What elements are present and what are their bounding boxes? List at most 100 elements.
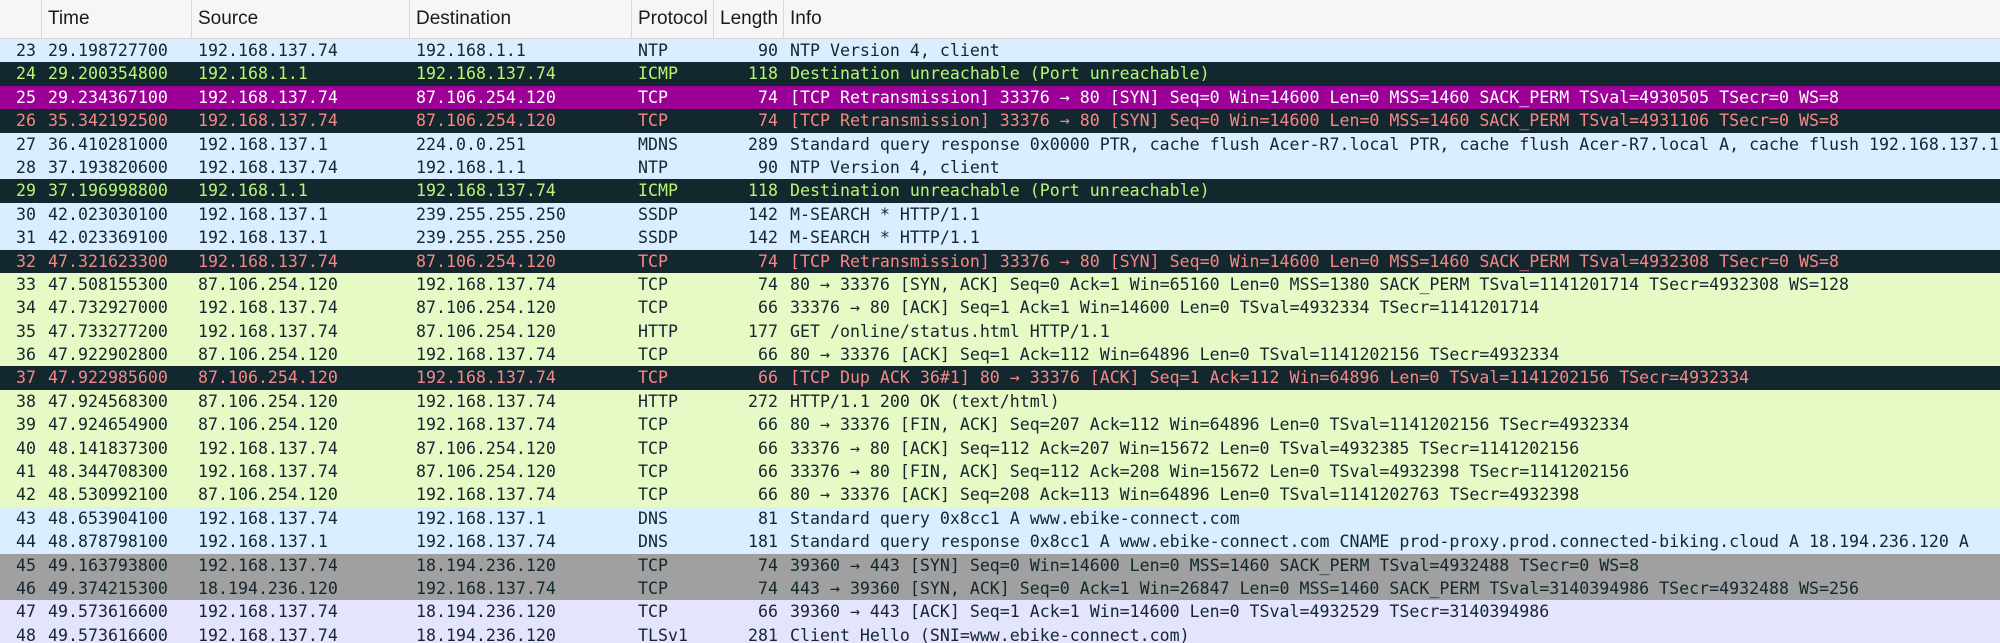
packet-destination: 87.106.254.120 — [416, 321, 556, 341]
packet-row[interactable]: 39 47.924654900 87.106.254.120 192.168.137.… — [0, 413, 2000, 437]
packet-row[interactable]: 43 48.653904100 192.168.137.74 192.168.137.… — [0, 506, 2000, 531]
packet-row[interactable]: 34 47.732927000 192.168.137.74 87.106.254.1… — [0, 296, 2000, 320]
packet-number: 30 — [16, 204, 36, 224]
packet-source: 192.168.137.74 — [198, 298, 338, 318]
packet-length: 81 — [758, 508, 778, 528]
packet-number: 36 — [16, 345, 36, 365]
packet-info: [TCP Retransmission] 33376 → 80 [SYN] Se… — [790, 87, 1839, 107]
packet-row[interactable]: 42 48.530992100 87.106.254.120 192.168.137.… — [0, 483, 2000, 507]
packet-source: 18.194.236.120 — [198, 578, 338, 598]
packet-row[interactable]: 29 37.196998800 192.168.1.1 192.168.137.74 I… — [0, 179, 2000, 203]
packet-info: Destination unreachable (Port unreachabl… — [790, 181, 1210, 201]
packet-row[interactable]: 37 47.922985600 87.106.254.120 192.168.137.… — [0, 366, 2000, 390]
packet-rows: 23 29.198727700 192.168.137.74 192.168.1.1 N… — [0, 39, 2000, 643]
packet-row[interactable]: 31 42.023369100 192.168.137.1 239.255.255.2… — [0, 226, 2000, 250]
packet-info: Standard query 0x8cc1 A www.ebike-connec… — [790, 508, 1240, 528]
packet-row[interactable]: 40 48.141837300 192.168.137.74 87.106.254.1… — [0, 436, 2000, 461]
packet-time: 47.924568300 — [48, 391, 168, 411]
packet-length: 281 — [748, 625, 778, 643]
packet-row[interactable]: 24 29.200354800 192.168.1.1 192.168.137.74 I… — [0, 62, 2000, 86]
packet-source: 192.168.137.1 — [198, 532, 328, 552]
packet-time: 49.573616600 — [48, 602, 168, 622]
packet-protocol: SSDP — [638, 228, 678, 248]
packet-destination: 192.168.1.1 — [416, 41, 526, 60]
packet-info: NTP Version 4, client — [790, 157, 1000, 177]
packet-destination: 87.106.254.120 — [416, 251, 556, 271]
packet-time: 47.924654900 — [48, 415, 168, 435]
packet-number: 48 — [16, 625, 36, 643]
packet-time: 49.163793800 — [48, 555, 168, 575]
packet-row[interactable]: 44 48.878798100 192.168.137.1 192.168.137.7… — [0, 530, 2000, 554]
packet-info: 443 → 39360 [SYN, ACK] Seq=0 Ack=1 Win=2… — [790, 578, 1859, 598]
packet-time: 47.508155300 — [48, 274, 168, 294]
packet-length: 142 — [748, 228, 778, 248]
packet-row[interactable]: 45 49.163793800 192.168.137.74 18.194.236.1… — [0, 553, 2000, 577]
column-header-info[interactable]: Info — [784, 0, 2000, 38]
packet-time: 36.410281000 — [48, 134, 168, 154]
packet-row[interactable]: 27 36.410281000 192.168.137.1 224.0.0.251 MD… — [0, 132, 2000, 156]
packet-protocol: HTTP — [638, 321, 678, 341]
packet-length: 142 — [748, 204, 778, 224]
packet-length: 66 — [758, 602, 778, 622]
packet-row[interactable]: 38 47.924568300 87.106.254.120 192.168.137.… — [0, 389, 2000, 414]
packet-destination: 18.194.236.120 — [416, 555, 556, 575]
packet-destination: 192.168.137.1 — [416, 508, 546, 528]
packet-info: 39360 → 443 [ACK] Seq=1 Ack=1 Win=14600 … — [790, 602, 1550, 622]
packet-protocol: TCP — [638, 415, 668, 435]
packet-length: 66 — [758, 485, 778, 505]
packet-info: [TCP Retransmission] 33376 → 80 [SYN] Se… — [790, 111, 1839, 131]
packet-row[interactable]: 48 49.573616600 192.168.137.74 18.194.236.1… — [0, 623, 2000, 643]
packet-row[interactable]: 30 42.023030100 192.168.137.1 239.255.255.2… — [0, 202, 2000, 227]
packet-source: 192.168.1.1 — [198, 64, 308, 84]
packet-source: 192.168.137.1 — [198, 134, 328, 154]
packet-info: 33376 → 80 [ACK] Seq=112 Ack=207 Win=156… — [790, 438, 1580, 458]
packet-destination: 192.168.137.74 — [416, 345, 556, 365]
packet-time: 47.732927000 — [48, 298, 168, 318]
packet-length: 118 — [748, 64, 778, 84]
packet-destination: 87.106.254.120 — [416, 298, 556, 318]
packet-row[interactable]: 25 29.234367100 192.168.137.74 87.106.254.1… — [0, 85, 2000, 110]
packet-info: 80 → 33376 [ACK] Seq=1 Ack=112 Win=64896… — [790, 345, 1560, 365]
packet-length: 74 — [758, 87, 778, 107]
packet-protocol: NTP — [638, 157, 668, 177]
packet-destination: 224.0.0.251 — [416, 134, 526, 154]
packet-destination: 192.168.137.74 — [416, 415, 556, 435]
packet-row[interactable]: 32 47.321623300 192.168.137.74 87.106.254.1… — [0, 249, 2000, 273]
packet-number: 45 — [16, 555, 36, 575]
column-header-length[interactable]: Length — [714, 0, 784, 38]
packet-time: 48.878798100 — [48, 532, 168, 552]
packet-time: 37.193820600 — [48, 157, 168, 177]
packet-row[interactable]: 41 48.344708300 192.168.137.74 87.106.254.1… — [0, 460, 2000, 484]
column-header-protocol[interactable]: Protocol — [632, 0, 714, 38]
packet-time: 37.196998800 — [48, 181, 168, 201]
packet-protocol: TCP — [638, 578, 668, 598]
packet-length: 289 — [748, 134, 778, 154]
packet-time: 42.023030100 — [48, 204, 168, 224]
packet-length: 66 — [758, 462, 778, 482]
packet-source: 192.168.137.74 — [198, 41, 338, 60]
packet-row[interactable]: 35 47.733277200 192.168.137.74 87.106.254.1… — [0, 319, 2000, 344]
packet-length: 181 — [748, 532, 778, 552]
packet-time: 48.653904100 — [48, 508, 168, 528]
packet-length: 90 — [758, 157, 778, 177]
packet-number: 38 — [16, 391, 36, 411]
packet-row[interactable]: 47 49.573616600 192.168.137.74 18.194.236.1… — [0, 600, 2000, 624]
column-header-destination[interactable]: Destination — [410, 0, 632, 38]
packet-source: 192.168.137.74 — [198, 508, 338, 528]
packet-row[interactable]: 26 35.342192500 192.168.137.74 87.106.254.1… — [0, 109, 2000, 133]
packet-row[interactable]: 23 29.198727700 192.168.137.74 192.168.1.1 N… — [0, 39, 2000, 63]
packet-source: 87.106.254.120 — [198, 345, 338, 365]
packet-row[interactable]: 36 47.922902800 87.106.254.120 192.168.137.… — [0, 343, 2000, 367]
column-header-time[interactable]: Time — [42, 0, 192, 38]
packet-number: 29 — [16, 181, 36, 201]
packet-source: 87.106.254.120 — [198, 485, 338, 505]
column-header-source[interactable]: Source — [192, 0, 410, 38]
column-header-no[interactable] — [0, 0, 42, 38]
packet-protocol: TCP — [638, 111, 668, 131]
packet-row[interactable]: 28 37.193820600 192.168.137.74 192.168.1.1 N… — [0, 155, 2000, 180]
packet-list[interactable]: Time Source Destination Protocol Length … — [0, 0, 2000, 643]
packet-row[interactable]: 33 47.508155300 87.106.254.120 192.168.137.… — [0, 272, 2000, 297]
packet-row[interactable]: 46 49.374215300 18.194.236.120 192.168.137.… — [0, 576, 2000, 601]
packet-source: 192.168.137.1 — [198, 204, 328, 224]
packet-protocol: TCP — [638, 555, 668, 575]
